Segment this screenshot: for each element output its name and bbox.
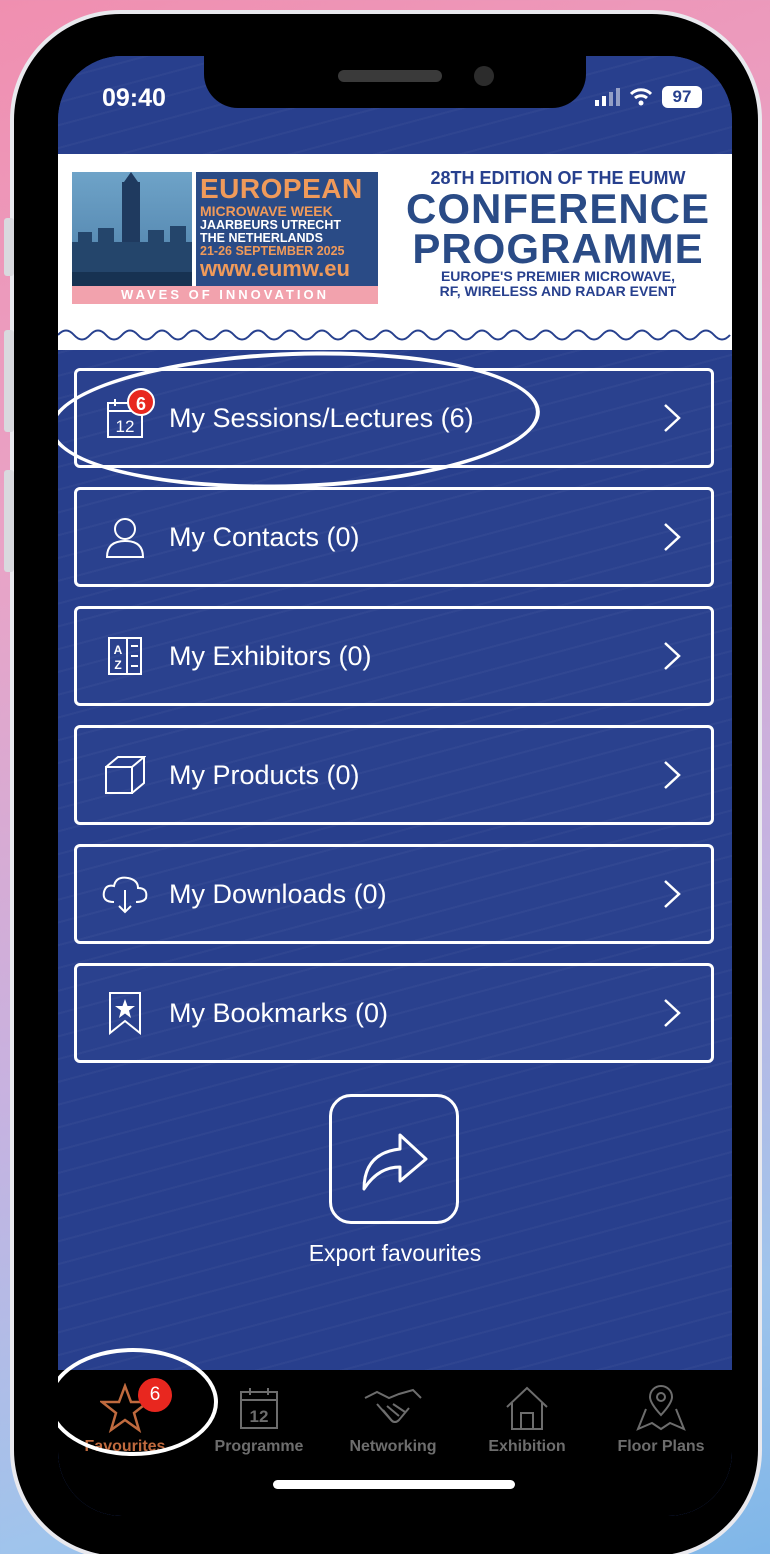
status-time: 09:40 bbox=[102, 84, 166, 112]
chevron-right-icon bbox=[664, 761, 681, 789]
export-favourites-button[interactable] bbox=[329, 1094, 459, 1224]
chevron-right-icon bbox=[664, 404, 681, 432]
status-icons: 97 bbox=[595, 86, 702, 108]
chevron-right-icon bbox=[664, 642, 681, 670]
handshake-icon bbox=[364, 1388, 422, 1423]
logo-microwave-week: MICROWAVE WEEK bbox=[200, 203, 333, 219]
wifi-icon bbox=[630, 88, 652, 106]
export-favourites-label: Export favourites bbox=[308, 1240, 482, 1266]
cube-icon bbox=[99, 749, 151, 801]
signal-icon bbox=[595, 88, 620, 106]
tab-networking[interactable]: Networking bbox=[326, 1378, 460, 1456]
menu-item-label: My Products (0) bbox=[169, 759, 360, 790]
tab-label: Exhibition bbox=[488, 1438, 566, 1455]
chevron-right-icon bbox=[664, 999, 681, 1027]
menu-item-bookmarks[interactable]: My Bookmarks (0) bbox=[74, 963, 714, 1063]
tab-label: Networking bbox=[349, 1438, 437, 1455]
person-icon bbox=[99, 511, 151, 563]
chevron-right-icon bbox=[664, 880, 681, 908]
logo-european: EUROPEAN bbox=[200, 173, 363, 204]
tab-floor-plans[interactable]: Floor Plans bbox=[594, 1378, 728, 1456]
conference-banner: EUROPEAN MICROWAVE WEEK JAARBEURS UTRECH… bbox=[58, 154, 732, 350]
eumw-logo: EUROPEAN MICROWAVE WEEK JAARBEURS UTRECH… bbox=[72, 172, 378, 304]
tagline-line-1: EUROPE'S PREMIER MICROWAVE, bbox=[440, 268, 676, 284]
logo-website: www.eumw.eu bbox=[200, 256, 350, 281]
home-icon bbox=[506, 1386, 548, 1430]
tagline-line-2: RF, WIRELESS AND RADAR EVENT bbox=[439, 283, 677, 299]
svg-text:Z: Z bbox=[114, 658, 121, 672]
conference-title-block: 28TH EDITION OF THE EUMW CONFERENCE PROG… bbox=[396, 168, 720, 299]
utrecht-skyline-image bbox=[72, 172, 192, 286]
volume-up-button bbox=[4, 330, 14, 432]
conference-title: CONFERENCE bbox=[405, 185, 711, 232]
wave-divider bbox=[58, 329, 731, 341]
app-screen: 09:40 97 EUROPEAN MICROWAVE WEEK JAARBEU… bbox=[58, 56, 732, 1516]
tab-label: Programme bbox=[214, 1438, 304, 1455]
battery-indicator: 97 bbox=[662, 86, 702, 108]
menu-item-products[interactable]: My Products (0) bbox=[74, 725, 714, 825]
menu-item-contacts[interactable]: My Contacts (0) bbox=[74, 487, 714, 587]
bookmark-star-icon bbox=[99, 987, 151, 1039]
mute-switch bbox=[4, 218, 14, 276]
svg-text:A: A bbox=[114, 643, 123, 657]
logo-text-block: EUROPEAN MICROWAVE WEEK JAARBEURS UTRECH… bbox=[196, 172, 378, 286]
tab-label: Floor Plans bbox=[617, 1438, 705, 1455]
programme-title: PROGRAMME bbox=[412, 225, 704, 272]
menu-item-label: My Downloads (0) bbox=[169, 878, 387, 909]
calendar-icon: 12 bbox=[240, 1388, 278, 1429]
az-list-icon: A Z bbox=[99, 630, 151, 682]
cloud-download-icon bbox=[99, 868, 151, 920]
menu-item-exhibitors[interactable]: A Z My Exhibitors (0) bbox=[74, 606, 714, 706]
home-indicator bbox=[273, 1480, 515, 1489]
chevron-right-icon bbox=[664, 523, 681, 551]
tab-exhibition[interactable]: Exhibition bbox=[460, 1378, 594, 1456]
logo-tagline: WAVES OF INNOVATION bbox=[72, 286, 378, 304]
menu-item-label: My Contacts (0) bbox=[169, 521, 360, 552]
menu-item-label: My Exhibitors (0) bbox=[169, 640, 372, 671]
menu-item-downloads[interactable]: My Downloads (0) bbox=[74, 844, 714, 944]
calendar-day-number: 12 bbox=[250, 1407, 269, 1426]
volume-down-button bbox=[4, 470, 14, 572]
menu-item-label: My Bookmarks (0) bbox=[169, 997, 389, 1028]
notch bbox=[204, 56, 586, 108]
map-pin-icon bbox=[636, 1385, 686, 1431]
share-arrow-icon bbox=[362, 1133, 428, 1191]
